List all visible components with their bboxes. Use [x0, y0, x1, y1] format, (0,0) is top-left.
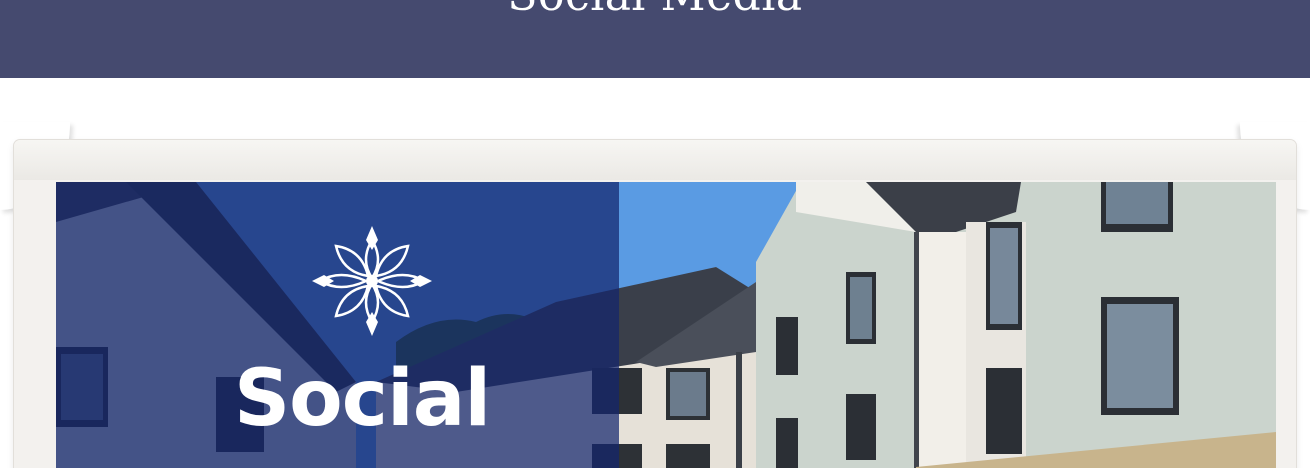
middle-window-2-glass [670, 372, 706, 416]
page-header: Social Media [0, 0, 1310, 78]
flower-logo-icon [312, 226, 432, 336]
middle-window-3 [666, 444, 710, 468]
right-block-column [916, 232, 966, 468]
right-window-1 [776, 317, 798, 375]
right-window-6 [986, 368, 1022, 454]
right-window-2-glass [850, 277, 872, 339]
right-window-7-glass [1106, 182, 1168, 224]
right-window-3 [846, 394, 876, 460]
page-title: Social Media [0, 0, 1310, 18]
drainpipe-2 [914, 232, 919, 468]
right-window-5-glass [990, 228, 1018, 324]
right-window-4 [776, 418, 798, 468]
frame-top-strip [14, 140, 1296, 180]
drainpipe-1 [736, 352, 742, 468]
social-media-banner-image[interactable]: Social [56, 182, 1276, 468]
banner-heading: Social [234, 354, 491, 444]
right-window-8-glass [1107, 304, 1173, 408]
